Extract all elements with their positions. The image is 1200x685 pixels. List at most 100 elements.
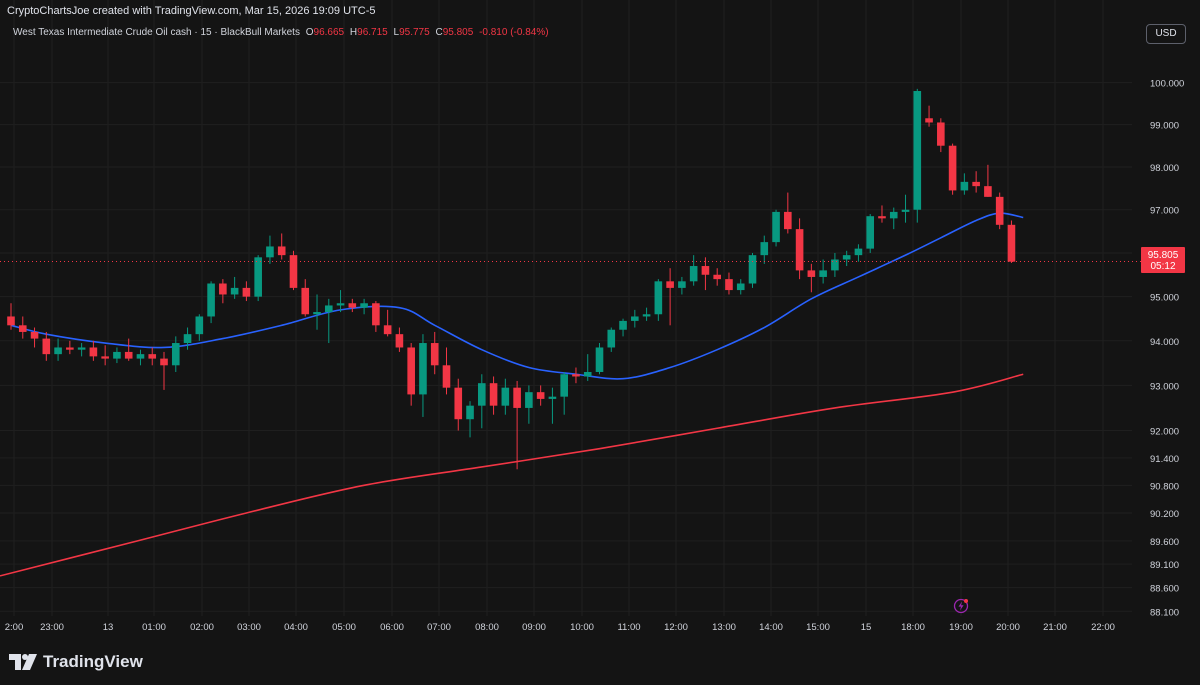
candle-body bbox=[289, 255, 298, 288]
price-tick-label: 99.000 bbox=[1150, 121, 1179, 132]
tradingview-logo[interactable]: TradingView bbox=[9, 652, 143, 672]
candle-body bbox=[583, 371, 592, 377]
candle bbox=[489, 376, 498, 415]
time-tick-label: 08:00 bbox=[475, 622, 499, 633]
candle bbox=[631, 309, 639, 328]
candle bbox=[419, 334, 427, 417]
candle bbox=[513, 380, 521, 470]
candle bbox=[324, 298, 333, 344]
time-axis[interactable]: 2:00 23:00 13 01:00 02:00 03:00 04:00 05:00 06:0… bbox=[5, 622, 1115, 633]
time-tick-label: 06:00 bbox=[380, 622, 404, 633]
candle-body bbox=[454, 387, 463, 420]
price-tick-label: 100.000 bbox=[1150, 79, 1184, 90]
time-tick-label: 09:00 bbox=[522, 622, 546, 633]
candle-body bbox=[619, 320, 627, 330]
time-tick-label: 14:00 bbox=[759, 622, 783, 633]
candle bbox=[54, 338, 62, 361]
candle bbox=[18, 316, 27, 339]
candle-body bbox=[7, 316, 15, 326]
candle bbox=[124, 338, 133, 361]
candle-body bbox=[501, 387, 510, 406]
time-tick-label: 12:00 bbox=[664, 622, 688, 633]
candle-body bbox=[995, 196, 1004, 225]
candle bbox=[642, 307, 651, 321]
last-price-tag: 95.805 05:12 bbox=[1141, 247, 1185, 273]
candle bbox=[607, 327, 616, 352]
candle-body bbox=[160, 358, 168, 366]
candle bbox=[736, 279, 745, 295]
candle bbox=[866, 214, 875, 253]
candle bbox=[478, 374, 486, 429]
candle-body bbox=[937, 122, 945, 146]
candle-body bbox=[266, 246, 274, 258]
candle-body bbox=[66, 347, 74, 350]
candle-body bbox=[113, 351, 121, 359]
candle-body bbox=[878, 216, 886, 219]
candle-body bbox=[207, 283, 215, 317]
candle-body bbox=[419, 343, 427, 395]
candle bbox=[442, 347, 451, 395]
time-tick-label: 18:00 bbox=[901, 622, 925, 633]
candle-body bbox=[466, 405, 474, 420]
candle-body bbox=[678, 281, 686, 288]
candle-body bbox=[336, 303, 345, 306]
candle bbox=[995, 192, 1004, 230]
candle-body bbox=[348, 303, 357, 308]
candle bbox=[66, 340, 74, 355]
candle bbox=[525, 385, 533, 424]
candle bbox=[678, 276, 686, 295]
candle-body bbox=[536, 392, 545, 399]
candle-body bbox=[277, 246, 286, 256]
candle bbox=[277, 233, 286, 260]
candle-body bbox=[89, 347, 98, 357]
candle-body bbox=[101, 356, 109, 359]
candle-body bbox=[854, 248, 863, 256]
candle-body bbox=[525, 392, 533, 408]
candle bbox=[136, 349, 145, 366]
candle-body bbox=[807, 270, 816, 277]
symbol-name[interactable]: West Texas Intermediate Crude Oil cash ·… bbox=[13, 27, 300, 38]
price-chart[interactable]: 100.00099.00098.00097.00096.00095.00094.… bbox=[0, 0, 1200, 640]
candle-body bbox=[489, 383, 498, 406]
candle bbox=[807, 263, 816, 293]
candle-body bbox=[478, 383, 486, 406]
currency-button[interactable]: USD bbox=[1146, 24, 1186, 44]
change-value: -0.810 (-0.84%) bbox=[479, 27, 549, 38]
price-axis[interactable]: 100.00099.00098.00097.00096.00095.00094.… bbox=[1150, 79, 1184, 619]
candle bbox=[536, 385, 545, 406]
ma-slow-path bbox=[0, 373, 1024, 577]
price-tick-label: 98.000 bbox=[1150, 163, 1179, 174]
candle bbox=[595, 343, 604, 375]
candle-body bbox=[242, 287, 251, 297]
candle-body bbox=[77, 347, 86, 350]
candle bbox=[113, 347, 121, 364]
candle-body bbox=[395, 334, 404, 348]
chart-frame: 100.00099.00098.00097.00096.00095.00094.… bbox=[0, 0, 1200, 685]
candle-body bbox=[760, 242, 769, 256]
lightning-alert-icon[interactable] bbox=[953, 598, 969, 614]
candle bbox=[372, 301, 380, 332]
candle bbox=[572, 367, 580, 384]
candle bbox=[430, 331, 439, 375]
candle bbox=[819, 259, 827, 284]
candle bbox=[301, 279, 310, 317]
candle bbox=[795, 218, 804, 280]
candle bbox=[266, 235, 274, 264]
candle-body bbox=[948, 145, 957, 191]
candle-body bbox=[748, 255, 757, 284]
candle-body bbox=[572, 374, 580, 377]
candle bbox=[77, 343, 86, 357]
candle-body bbox=[866, 216, 875, 249]
chart-credit: CryptoChartsJoe created with TradingView… bbox=[7, 5, 376, 17]
candle-body bbox=[301, 287, 310, 315]
candle-body bbox=[171, 343, 180, 366]
symbol-legend: West Texas Intermediate Crude Oil cash ·… bbox=[13, 27, 549, 38]
candle bbox=[454, 378, 463, 431]
candle-body bbox=[725, 279, 733, 291]
candle-body bbox=[819, 270, 827, 277]
candle bbox=[1007, 220, 1016, 263]
candle-body bbox=[736, 283, 745, 291]
time-tick-label: 03:00 bbox=[237, 622, 261, 633]
candle-body bbox=[701, 266, 710, 275]
price-tick-label: 92.000 bbox=[1150, 427, 1179, 438]
